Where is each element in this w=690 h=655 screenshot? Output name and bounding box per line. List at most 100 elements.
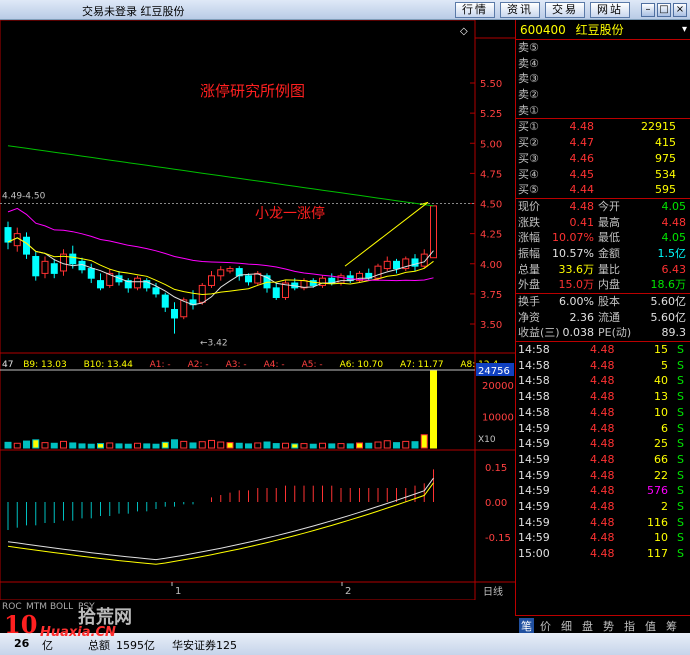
candle-body xyxy=(272,287,280,298)
stat-row: 净资 2.36 流通 5.60亿 xyxy=(516,310,690,326)
stat-label: 外盘 xyxy=(518,278,540,292)
volume-bar xyxy=(50,442,58,449)
tick-volume: 66 xyxy=(654,452,668,466)
macd-dif-line xyxy=(7,477,434,561)
price-tick-label: 3.50 xyxy=(480,320,502,331)
quote-tab[interactable]: 值 xyxy=(645,618,656,634)
volume-bar xyxy=(180,440,188,449)
x-label: 1 xyxy=(175,586,181,597)
close-icon[interactable]: × xyxy=(673,3,687,17)
chart-canvas[interactable]: 5.50 5.25 5.00 4.75 4.50 4.25 4.00 3.75 3.50 4.49… xyxy=(0,20,515,600)
stat-row: 振幅 10.57% 金额 1.5亿 xyxy=(516,246,690,262)
volume-bar xyxy=(69,442,77,449)
ma-header-item: A1: - xyxy=(150,360,171,370)
tick-side: S xyxy=(677,374,684,388)
tick-volume: 576 xyxy=(647,484,668,498)
stat-value: 6.00% xyxy=(559,295,594,308)
stat-row: 换手 6.00% 股本 5.60亿 xyxy=(516,294,690,310)
tick-price: 4.48 xyxy=(590,468,615,482)
chart-frame xyxy=(0,20,476,600)
volume-bar xyxy=(291,443,299,449)
kline-chart[interactable]: 5.50 5.25 5.00 4.75 4.50 4.25 4.00 3.75 3.50 4.49… xyxy=(0,20,515,600)
buy-order-row: 买⑤ 4.44 595 xyxy=(516,182,690,198)
buy-order-price: 4.44 xyxy=(569,183,595,197)
stat-row: 现价 4.48 今开 4.05 xyxy=(516,199,690,215)
volume-bar xyxy=(309,443,317,449)
stat-value: 6.43 xyxy=(661,262,687,276)
quote-tab[interactable]: 价 xyxy=(540,618,551,634)
candle-body xyxy=(4,227,12,243)
trade-button[interactable]: 交易 xyxy=(545,2,585,18)
tick-time: 14:58 xyxy=(518,374,550,388)
stat-label: PE(动) xyxy=(598,326,632,340)
price-tick-label: 4.25 xyxy=(480,230,502,241)
volume-bar xyxy=(106,442,114,449)
volume-bar xyxy=(263,441,271,449)
candle-body xyxy=(13,233,21,247)
buy-order-price: 4.46 xyxy=(569,151,595,165)
menu-arrow-icon[interactable]: ▾ xyxy=(682,20,687,40)
volume-bar xyxy=(420,434,428,449)
tick-volume: 22 xyxy=(654,468,668,482)
tick-row: 14:59 4.48 66 S xyxy=(516,452,690,468)
volume-bar xyxy=(60,440,67,449)
tick-time: 14:58 xyxy=(518,343,550,357)
volume-tick-label: 10000 xyxy=(482,412,514,423)
sell-order-label: 卖④ xyxy=(518,56,539,70)
stats-main: 现价 4.48 今开 4.05 涨跌 0.41 最高 4.48 涨幅 10.07% 最低 4.05 振幅… xyxy=(516,199,690,293)
website-button[interactable]: 网站 xyxy=(590,2,630,18)
ma-header-item: 47 xyxy=(2,360,13,370)
tick-time: 15:00 xyxy=(518,547,550,560)
tab-boll[interactable]: BOLL xyxy=(50,602,73,612)
candle-body xyxy=(430,205,437,259)
tick-price: 4.48 xyxy=(590,531,615,545)
tick-time: 14:59 xyxy=(518,421,550,435)
title-bar: 交易未登录 红豆股份 行情 资讯 交易 网站 – □ × xyxy=(0,0,690,20)
volume-bar xyxy=(365,442,373,449)
sell-order-label: 卖② xyxy=(518,88,539,102)
buy-order-volume: 22915 xyxy=(641,120,676,134)
quote-tab[interactable]: 势 xyxy=(603,618,614,634)
volume-bar xyxy=(13,442,21,449)
market-button[interactable]: 行情 xyxy=(455,2,495,18)
stat-row: 总量 33.6万 量比 6.43 xyxy=(516,262,690,278)
candle-body xyxy=(420,253,428,267)
tick-price: 4.48 xyxy=(590,358,615,372)
news-button[interactable]: 资讯 xyxy=(500,2,540,18)
volume-bar xyxy=(393,442,400,449)
quote-tab[interactable]: 筹 xyxy=(666,618,677,634)
stat-value: 5.60亿 xyxy=(650,295,687,308)
tick-price: 4.48 xyxy=(590,405,615,419)
x-label: 2 xyxy=(345,586,351,597)
stat-value: 33.6万 xyxy=(558,262,595,276)
quote-tab[interactable]: 指 xyxy=(624,618,635,634)
quote-tab[interactable]: 盘 xyxy=(582,618,593,634)
tick-price: 4.48 xyxy=(590,515,615,529)
tick-side: S xyxy=(677,468,684,482)
buy-order-row: 买① 4.48 22915 xyxy=(516,119,690,135)
quote-tab[interactable]: 细 xyxy=(561,618,572,634)
tick-volume: 6 xyxy=(661,421,668,435)
price-tick-label: 5.50 xyxy=(480,79,502,90)
macd-tick-label: 0.00 xyxy=(485,498,507,509)
tick-row: 14:59 4.48 25 S xyxy=(516,436,690,452)
ma-header-item: A3: - xyxy=(226,360,247,370)
range-label: 4.49-4.50 xyxy=(2,192,46,202)
price-tick-label: 4.00 xyxy=(480,260,502,271)
tick-volume: 10 xyxy=(654,405,668,419)
buy-order-volume: 534 xyxy=(655,167,676,181)
candle-body xyxy=(374,265,382,279)
stat-value: 18.6万 xyxy=(650,278,687,292)
ma-header-item: A4: - xyxy=(264,360,285,370)
trend-arrow xyxy=(344,201,429,267)
minimize-icon[interactable]: – xyxy=(641,3,655,17)
stat-label: 涨幅 xyxy=(518,231,540,245)
stat-value: 10.07% xyxy=(552,231,594,245)
quote-tab[interactable]: 笔 xyxy=(519,618,534,634)
stat-value: 0.41 xyxy=(569,215,595,229)
volume-bar xyxy=(41,442,49,449)
tick-list[interactable]: 14:58 4.48 15 S 14:58 4.48 5 S 14:58 4.48 40 S 14:58… xyxy=(516,342,690,562)
tick-price: 4.48 xyxy=(590,374,615,388)
maximize-icon[interactable]: □ xyxy=(657,3,671,17)
tick-time: 14:58 xyxy=(518,390,550,404)
